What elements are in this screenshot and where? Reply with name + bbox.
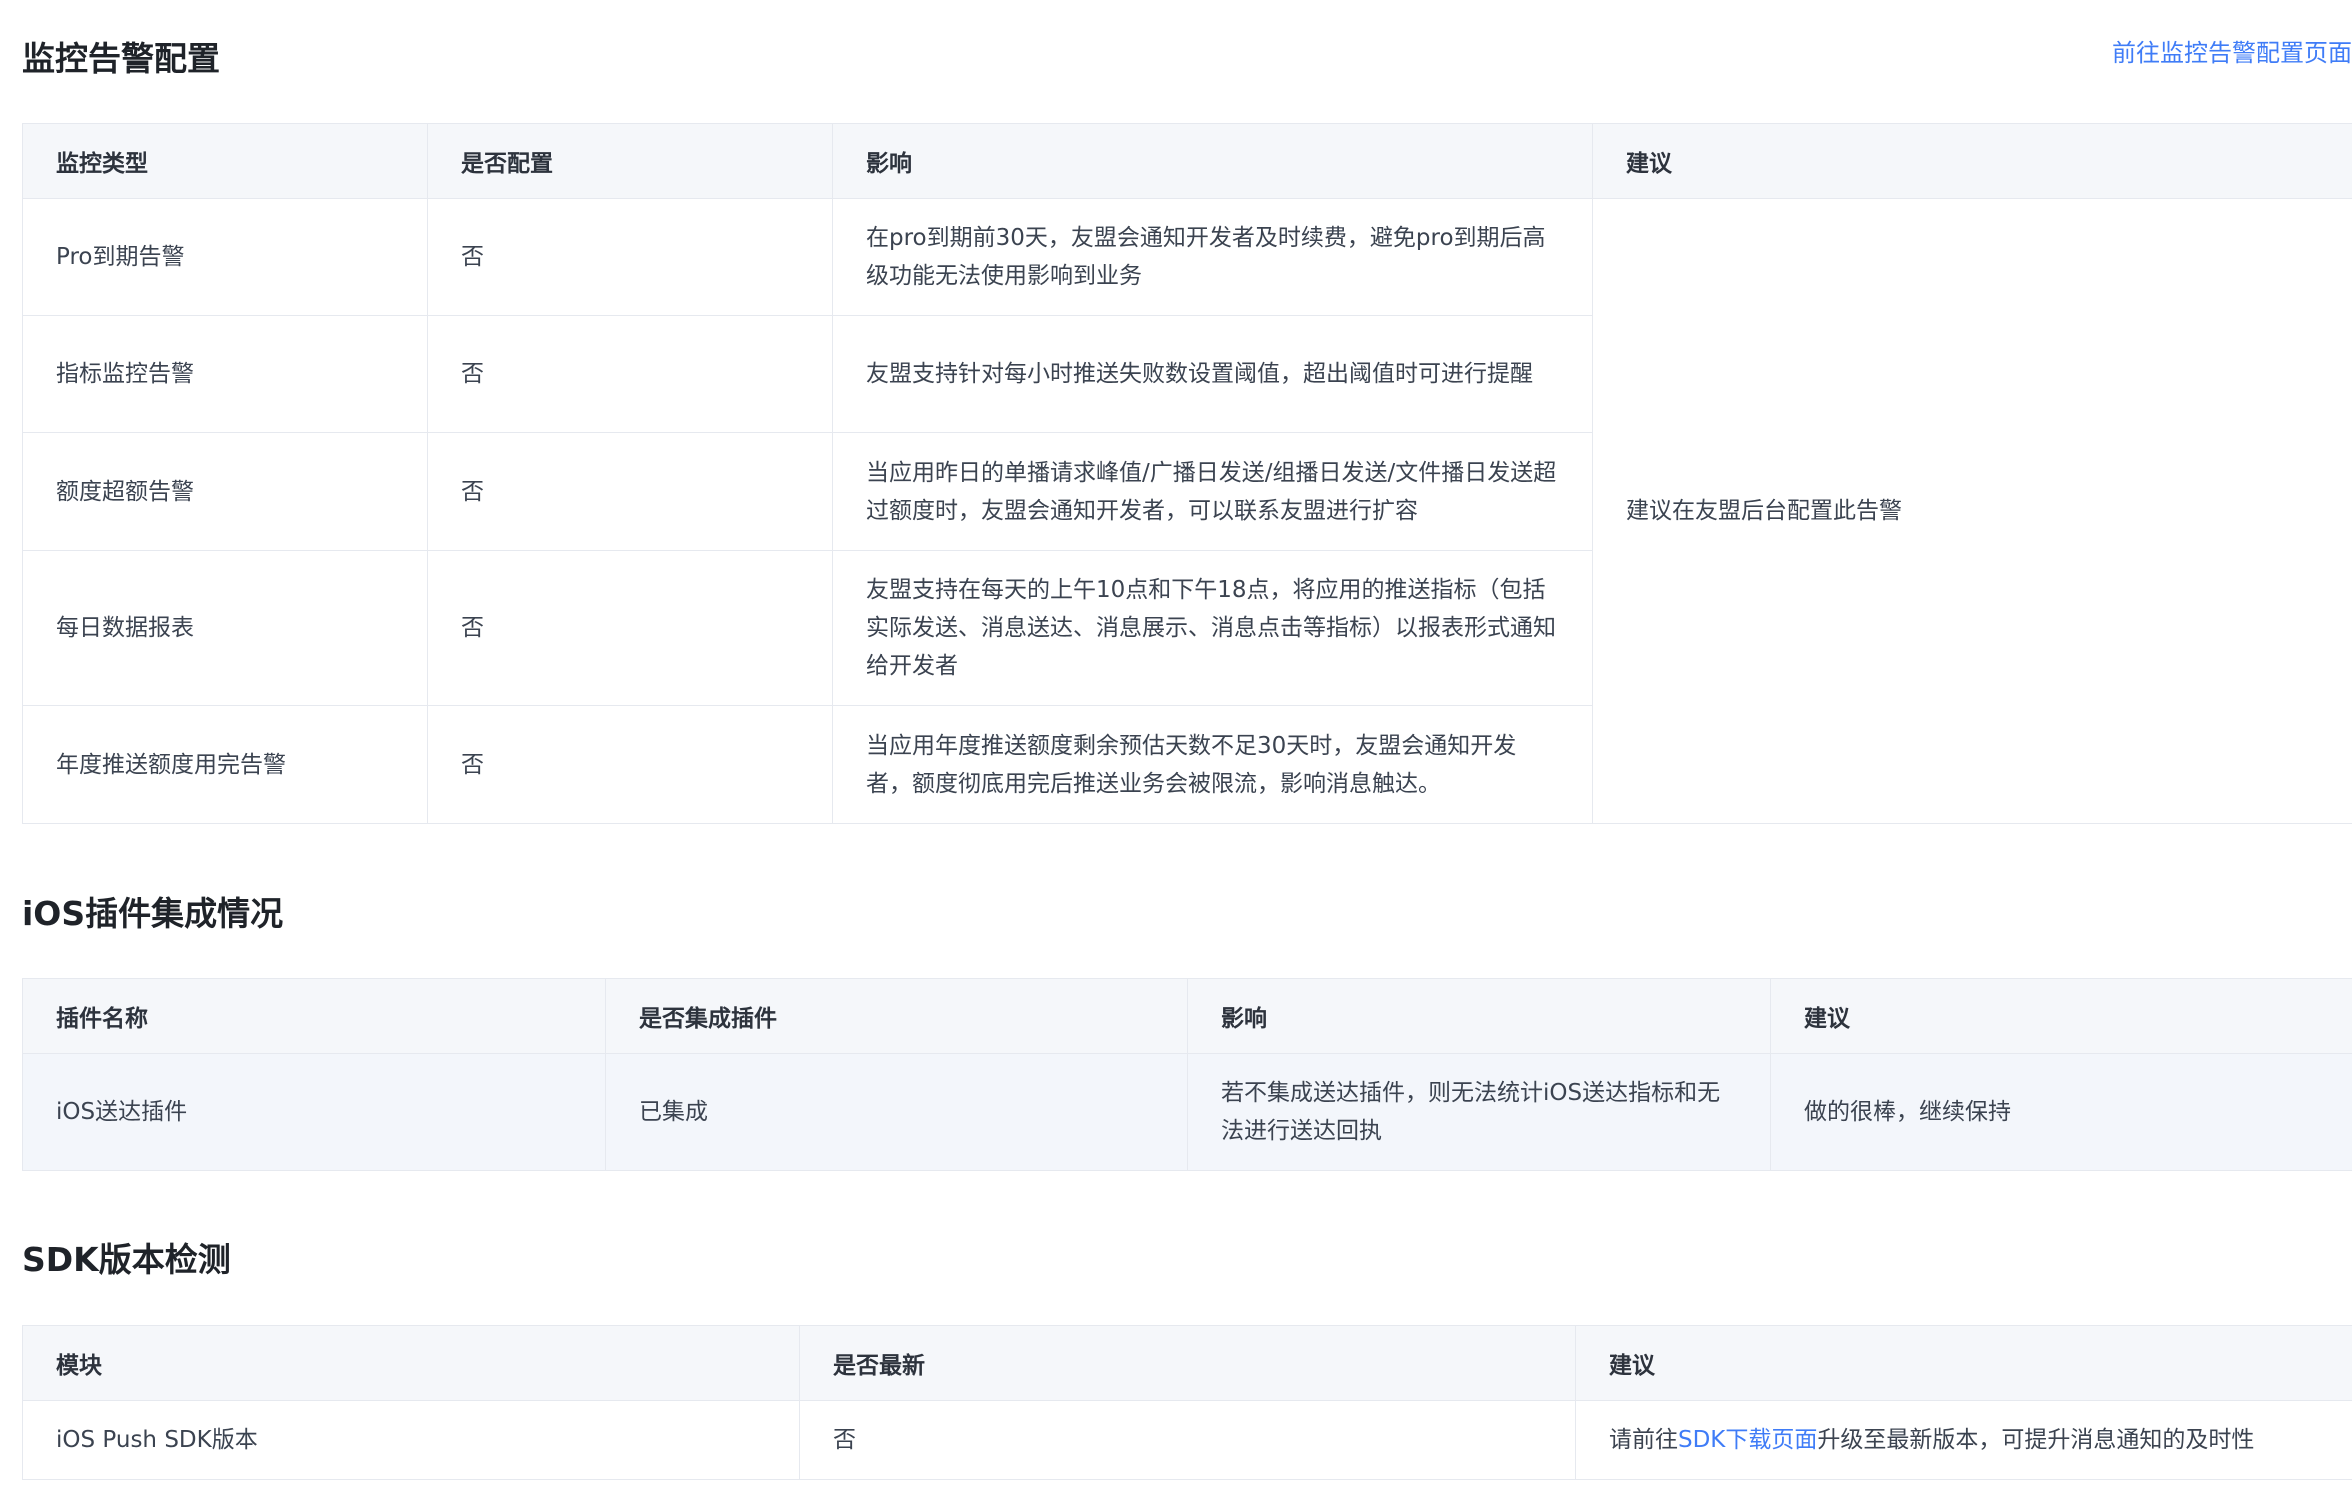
configured-cell: 否 <box>427 705 833 824</box>
monitor-type-cell: 额度超额告警 <box>22 432 428 551</box>
configured-cell: 否 <box>427 315 833 433</box>
suggestion-suffix: 升级至最新版本，可提升消息通知的及时性 <box>1817 1427 2255 1453</box>
table-header-row: 插件名称 是否集成插件 影响 建议 <box>22 978 2352 1054</box>
ios-plugin-table: 插件名称 是否集成插件 影响 建议 iOS送达插件 已集成 若不集成送达插件，则… <box>22 978 2352 1171</box>
sdk-table: 模块 是否最新 建议 iOS Push SDK版本 否 请前往SDK下载页面升级… <box>22 1325 2352 1480</box>
column-header: 监控类型 <box>22 123 428 199</box>
column-header: 是否配置 <box>427 123 833 199</box>
monitoring-table: 监控类型 是否配置 影响 建议 Pro到期告警 否 在pro到期前30天，友盟会… <box>22 123 2352 824</box>
sdk-download-link[interactable]: SDK下载页面 <box>1678 1427 1817 1453</box>
module-cell: iOS Push SDK版本 <box>22 1400 800 1480</box>
integrated-cell: 已集成 <box>605 1053 1188 1171</box>
configured-cell: 否 <box>427 432 833 551</box>
monitor-type-cell: 年度推送额度用完告警 <box>22 705 428 824</box>
column-header: 插件名称 <box>22 978 606 1054</box>
monitor-type-cell: 每日数据报表 <box>22 550 428 706</box>
column-header: 建议 <box>1592 123 2352 199</box>
column-header: 建议 <box>1575 1325 2352 1401</box>
column-header: 建议 <box>1770 978 2352 1054</box>
impact-cell: 在pro到期前30天，友盟会通知开发者及时续费，避免pro到期后高级功能无法使用… <box>832 198 1593 316</box>
monitoring-config-link[interactable]: 前往监控告警配置页面 <box>2112 33 2352 68</box>
table-header-row: 监控类型 是否配置 影响 建议 <box>22 123 2352 199</box>
suggestion-cell: 做的很棒，继续保持 <box>1770 1053 2352 1171</box>
impact-cell: 当应用年度推送额度剩余预估天数不足30天时，友盟会通知开发者，额度彻底用完后推送… <box>832 705 1593 824</box>
monitoring-section-title: 监控告警配置 <box>22 39 220 78</box>
table-row: iOS送达插件 已集成 若不集成送达插件，则无法统计iOS送达指标和无法进行送达… <box>22 1053 2352 1171</box>
configured-cell: 否 <box>427 198 833 316</box>
latest-cell: 否 <box>799 1400 1576 1480</box>
sdk-section-title: SDK版本检测 <box>22 1240 231 1279</box>
configured-cell: 否 <box>427 550 833 706</box>
column-header: 模块 <box>22 1325 800 1401</box>
impact-cell: 若不集成送达插件，则无法统计iOS送达指标和无法进行送达回执 <box>1187 1053 1771 1171</box>
impact-cell: 友盟支持针对每小时推送失败数设置阈值，超出阈值时可进行提醒 <box>832 315 1593 433</box>
column-header: 影响 <box>832 123 1593 199</box>
suggestion-cell: 建议在友盟后台配置此告警 <box>1592 198 2352 824</box>
ios-plugin-section-title: iOS插件集成情况 <box>22 894 284 933</box>
impact-cell: 当应用昨日的单播请求峰值/广播日发送/组播日发送/文件播日发送超过额度时，友盟会… <box>832 432 1593 551</box>
impact-cell: 友盟支持在每天的上午10点和下午18点，将应用的推送指标（包括实际发送、消息送达… <box>832 550 1593 706</box>
suggestion-prefix: 请前往 <box>1609 1427 1678 1453</box>
column-header: 是否集成插件 <box>605 978 1188 1054</box>
column-header: 影响 <box>1187 978 1771 1054</box>
plugin-name-cell: iOS送达插件 <box>22 1053 606 1171</box>
suggestion-cell: 请前往SDK下载页面升级至最新版本，可提升消息通知的及时性 <box>1575 1400 2352 1480</box>
monitor-type-cell: Pro到期告警 <box>22 198 428 316</box>
column-header: 是否最新 <box>799 1325 1576 1401</box>
monitor-type-cell: 指标监控告警 <box>22 315 428 433</box>
table-header-row: 模块 是否最新 建议 <box>22 1325 2352 1401</box>
table-row: iOS Push SDK版本 否 请前往SDK下载页面升级至最新版本，可提升消息… <box>22 1400 2352 1480</box>
table-row: Pro到期告警 否 在pro到期前30天，友盟会通知开发者及时续费，避免pro到… <box>22 198 2352 824</box>
